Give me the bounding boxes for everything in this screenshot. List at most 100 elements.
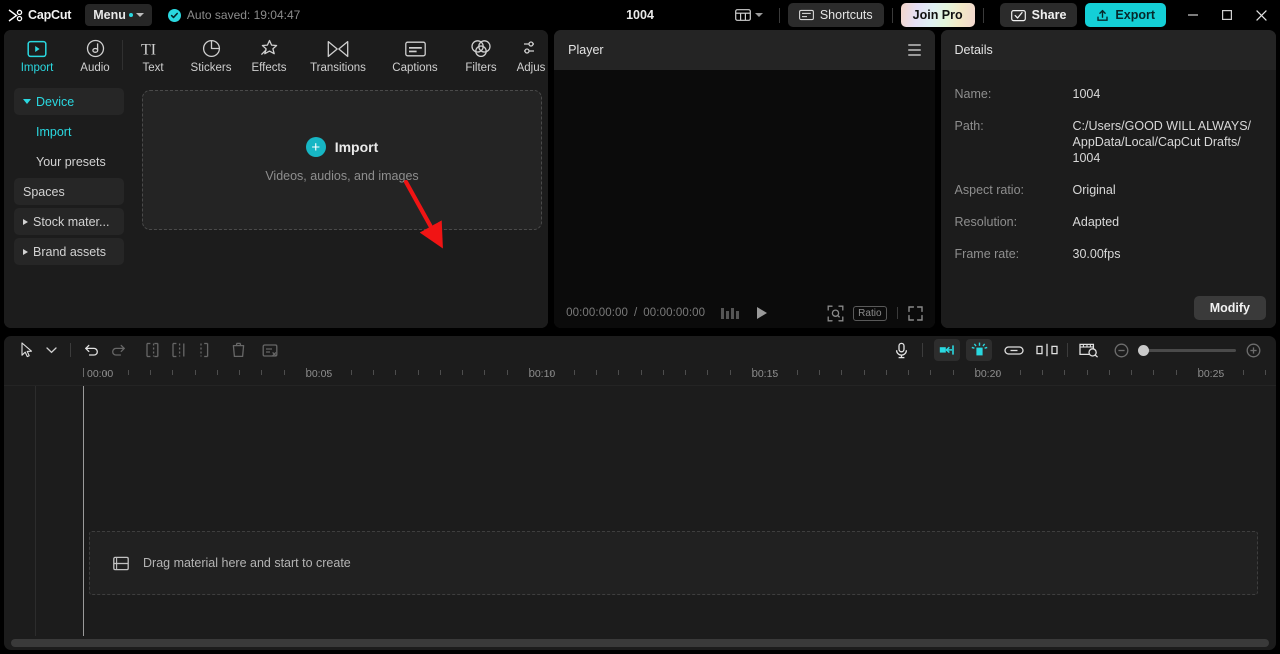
maximize-button[interactable] xyxy=(1210,0,1244,30)
layout-icon xyxy=(735,8,751,22)
chevron-right-icon xyxy=(23,219,28,225)
tab-captions[interactable]: Captions xyxy=(378,31,452,81)
crop-icon[interactable] xyxy=(257,339,283,361)
split-icon[interactable] xyxy=(139,339,165,361)
timeline-scrollbar[interactable] xyxy=(4,636,1276,650)
tab-text[interactable]: TI Text xyxy=(124,31,182,81)
app-brand-text: CapCut xyxy=(28,8,71,22)
details-value-line: C:/Users/GOOD WILL ALWAYS/ xyxy=(1073,118,1262,134)
tab-import[interactable]: Import xyxy=(8,31,66,81)
ruler-tick xyxy=(730,370,731,375)
ruler-tick xyxy=(841,370,842,375)
ruler-tick xyxy=(373,370,374,375)
ruler-tick xyxy=(1064,370,1065,375)
player-header: Player xyxy=(554,30,934,70)
menu-button[interactable]: Menu xyxy=(85,4,152,26)
player-stage[interactable] xyxy=(554,70,934,298)
ruler-tick xyxy=(261,370,262,375)
auto-fit-icon[interactable] xyxy=(934,339,960,361)
import-dropzone-row: + Import xyxy=(306,137,379,157)
tab-filters[interactable]: Filters xyxy=(452,31,510,81)
divider xyxy=(922,343,923,357)
undo-icon[interactable] xyxy=(79,339,105,361)
maximize-icon xyxy=(1221,9,1233,21)
timeline-empty-track[interactable]: Drag material here and start to create xyxy=(89,531,1258,595)
play-icon[interactable] xyxy=(757,307,767,319)
import-dropzone-area: + Import Videos, audios, and images xyxy=(132,82,548,328)
timeline-scrollbar-thumb[interactable] xyxy=(11,639,1269,647)
tab-audio[interactable]: Audio xyxy=(66,31,124,81)
zoom-slider-knob[interactable] xyxy=(1138,345,1149,356)
sidebar-item-your-presets-label: Your presets xyxy=(36,155,106,169)
sidebar-item-your-presets[interactable]: Your presets xyxy=(14,148,124,175)
timeline-playhead[interactable] xyxy=(83,386,84,636)
quality-bars-icon[interactable] xyxy=(721,308,739,319)
sidebar-item-import-label: Import xyxy=(36,125,71,139)
ruler-tick xyxy=(774,370,775,375)
ruler-tick xyxy=(663,370,664,375)
ruler-tick xyxy=(551,370,552,375)
zoom-slider-track[interactable] xyxy=(1140,349,1236,352)
ruler-tick xyxy=(150,370,151,375)
details-label: Frame rate: xyxy=(955,246,1073,262)
redo-icon[interactable] xyxy=(105,339,131,361)
link-icon[interactable] xyxy=(1001,339,1027,361)
export-button[interactable]: Export xyxy=(1085,3,1166,27)
magnet-snap-icon[interactable] xyxy=(966,339,992,361)
ruler-tick xyxy=(1265,370,1266,375)
plus-circle-icon: + xyxy=(306,137,326,157)
ruler-tick-major xyxy=(1198,368,1199,377)
share-icon xyxy=(1011,9,1026,22)
timeline-zoom-slider[interactable] xyxy=(1140,349,1236,352)
details-row-aspect-ratio: Aspect ratio: Original xyxy=(955,182,1262,198)
tab-transitions[interactable]: Transitions xyxy=(298,31,378,81)
delete-icon[interactable] xyxy=(225,339,251,361)
sidebar-item-device[interactable]: Device xyxy=(14,88,124,115)
ratio-button[interactable]: Ratio xyxy=(853,306,886,321)
layout-switch-button[interactable] xyxy=(727,3,771,27)
minimize-button[interactable] xyxy=(1176,0,1210,30)
sidebar-item-brand-assets[interactable]: Brand assets xyxy=(14,238,124,265)
zoom-out-icon[interactable] xyxy=(1108,339,1134,361)
sidebar-item-import[interactable]: Import xyxy=(14,118,124,145)
player-current-time: 00:00:00:00 xyxy=(566,307,628,319)
select-cursor-icon[interactable] xyxy=(14,339,40,361)
cursor-options-chevron-down-icon[interactable] xyxy=(40,339,62,361)
join-pro-button[interactable]: Join Pro xyxy=(901,3,975,27)
tab-stickers[interactable]: Stickers xyxy=(182,31,240,81)
timeline-ruler[interactable]: 00:00 00:05 00:10 00:15 00:20 00:25 xyxy=(4,364,1276,386)
zoom-in-icon[interactable] xyxy=(1240,339,1266,361)
microphone-icon[interactable] xyxy=(888,339,914,361)
tab-stickers-label: Stickers xyxy=(191,62,232,74)
timeline-canvas[interactable]: Drag material here and start to create xyxy=(4,386,1276,636)
tab-adjust[interactable]: Adjus xyxy=(510,31,548,81)
shortcuts-button[interactable]: Shortcuts xyxy=(788,3,884,27)
keyframe-icon[interactable] xyxy=(1035,339,1059,361)
modify-button[interactable]: Modify xyxy=(1194,296,1266,320)
preview-thumb-icon[interactable] xyxy=(1076,339,1102,361)
minimize-icon xyxy=(1187,9,1199,21)
import-dropzone[interactable]: + Import Videos, audios, and images xyxy=(142,90,542,230)
trim-left-icon[interactable] xyxy=(165,339,191,361)
ruler-tick xyxy=(351,370,352,375)
menu-button-label: Menu xyxy=(93,8,126,22)
document-title-text: 1004 xyxy=(626,8,654,22)
ruler-tick xyxy=(440,370,441,375)
hamburger-menu-icon[interactable] xyxy=(908,44,921,56)
ruler-tick xyxy=(1243,370,1244,375)
close-button[interactable] xyxy=(1244,0,1278,30)
player-time-separator: / xyxy=(634,307,637,319)
zoom-target-icon[interactable] xyxy=(827,305,844,322)
autosave-status: Auto saved: 19:04:47 xyxy=(168,8,300,22)
sidebar-item-stock-materials[interactable]: Stock mater... xyxy=(14,208,124,235)
autosave-text: Auto saved: 19:04:47 xyxy=(187,8,300,22)
share-button[interactable]: Share xyxy=(1000,3,1078,27)
filters-icon xyxy=(470,38,492,59)
sidebar-item-spaces[interactable]: Spaces xyxy=(14,178,124,205)
ruler-tick xyxy=(1042,370,1043,375)
trim-right-icon[interactable] xyxy=(191,339,217,361)
fullscreen-icon[interactable] xyxy=(908,306,923,321)
chevron-down-icon xyxy=(23,99,31,104)
tab-effects[interactable]: Effects xyxy=(240,31,298,81)
shortcuts-label: Shortcuts xyxy=(820,8,873,22)
